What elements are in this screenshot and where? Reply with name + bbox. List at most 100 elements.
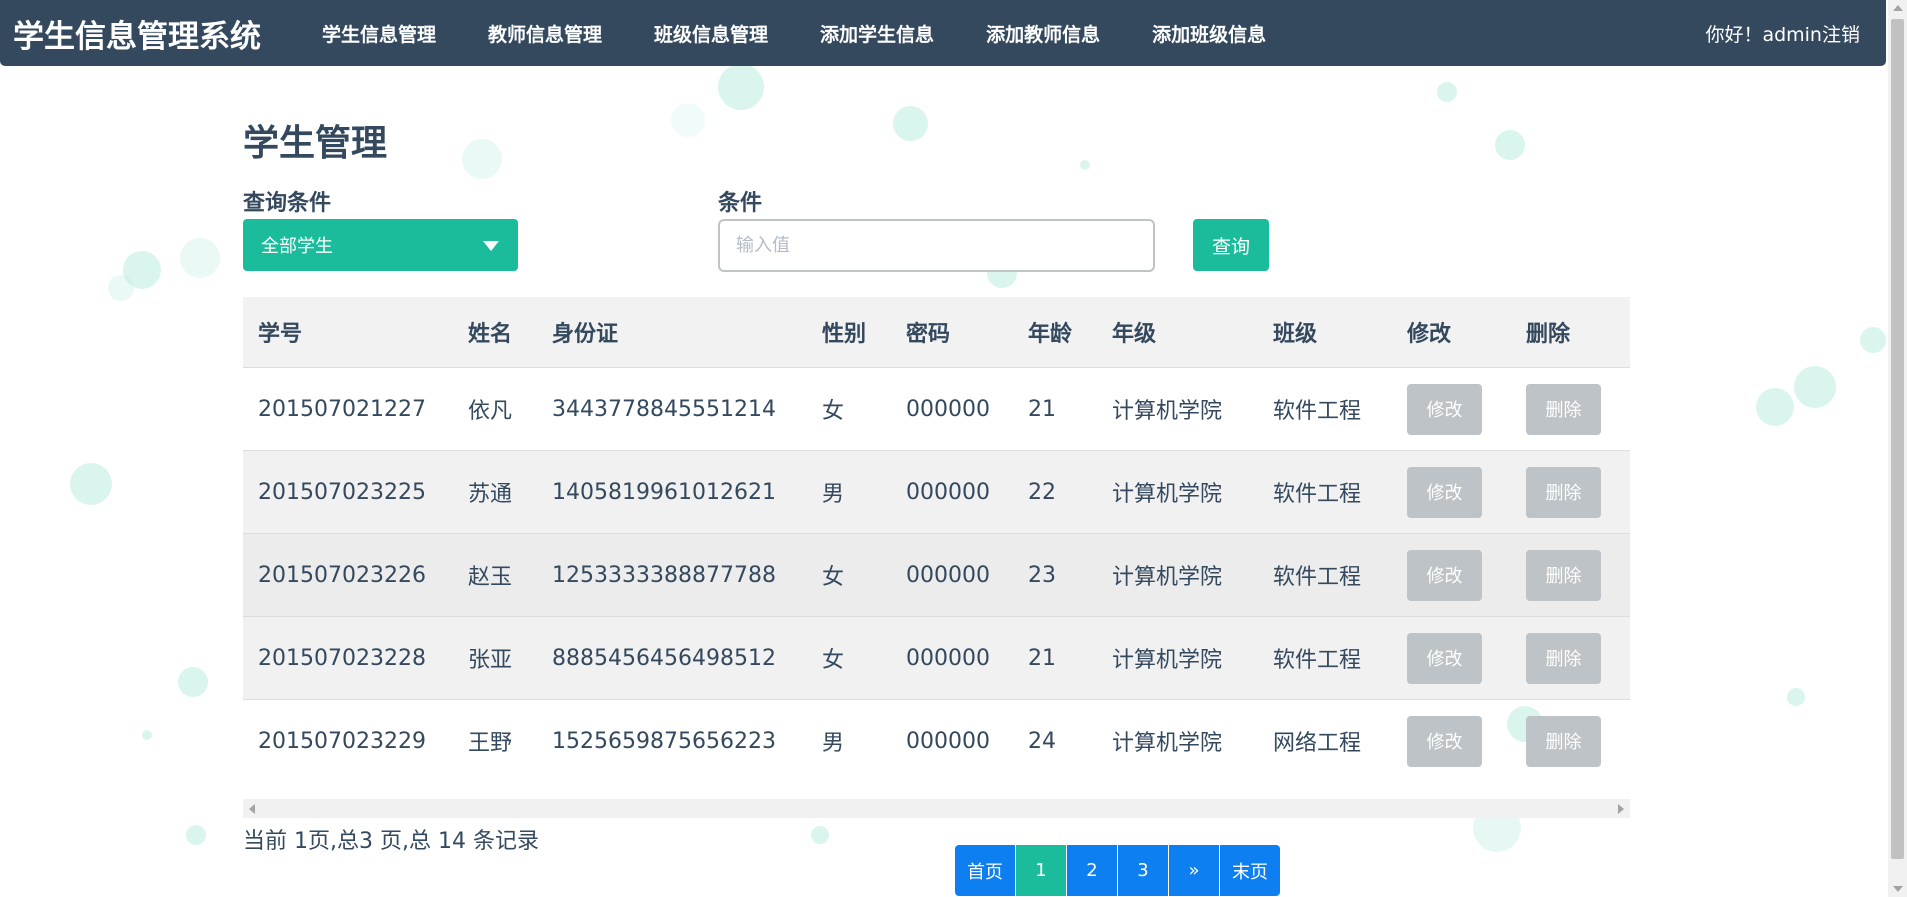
cell-age: 21 [1013, 616, 1097, 700]
nav-add-teacher[interactable]: 添加教师信息 [986, 20, 1100, 47]
page-vertical-scrollbar[interactable] [1888, 0, 1907, 897]
cell-edit: 修改 [1392, 450, 1511, 534]
cell-age: 24 [1013, 699, 1097, 782]
cell-gender: 男 [807, 450, 891, 534]
content-header: 学生管理 [243, 120, 1630, 168]
nav-class-info[interactable]: 班级信息管理 [654, 20, 768, 47]
app-brand[interactable]: 学生信息管理系统 [13, 11, 261, 56]
delete-button[interactable]: 删除 [1526, 632, 1601, 684]
delete-button[interactable]: 删除 [1526, 549, 1601, 601]
condition-input[interactable] [718, 219, 1155, 272]
cell-student-id: 201507023226 [243, 533, 453, 617]
scroll-up-arrow-icon[interactable] [1893, 5, 1903, 11]
header-gender: 性别 [807, 297, 891, 368]
cell-age: 21 [1013, 367, 1097, 451]
cell-gender: 女 [807, 367, 891, 451]
cell-gender: 女 [807, 533, 891, 617]
cell-age: 23 [1013, 533, 1097, 617]
cell-name: 苏通 [453, 450, 537, 534]
scroll-right-arrow-icon[interactable] [1618, 804, 1624, 814]
cell-password: 000000 [891, 450, 1013, 534]
table-horizontal-scrollbar[interactable] [243, 799, 1630, 818]
cell-id-card: 1405819961012621 [537, 450, 807, 534]
header-password: 密码 [891, 297, 1013, 368]
table-row: 201507023229 王野 1525659875656223 男 00000… [243, 699, 1630, 782]
pagination: 首页 1 2 3 » 末页 [955, 845, 1280, 896]
cell-student-id: 201507023225 [243, 450, 453, 534]
delete-button[interactable]: 删除 [1526, 466, 1601, 518]
cell-name: 赵玉 [453, 533, 537, 617]
cell-id-card: 8885456456498512 [537, 616, 807, 700]
page-button-1[interactable]: 1 [1016, 845, 1067, 896]
nav-student-info[interactable]: 学生信息管理 [322, 20, 436, 47]
scroll-left-arrow-icon[interactable] [249, 804, 255, 814]
cell-password: 000000 [891, 699, 1013, 782]
header-class: 班级 [1258, 297, 1392, 368]
cell-class: 软件工程 [1258, 450, 1392, 534]
greeting-text: 你好！admin [1705, 23, 1822, 46]
page-button-2[interactable]: 2 [1067, 845, 1118, 896]
scroll-down-arrow-icon[interactable] [1893, 886, 1903, 892]
cell-delete: 删除 [1511, 533, 1630, 617]
edit-button[interactable]: 修改 [1407, 383, 1482, 435]
navbar: 学生信息管理系统 学生信息管理 教师信息管理 班级信息管理 添加学生信息 添加教… [0, 0, 1886, 66]
nav-add-student[interactable]: 添加学生信息 [820, 20, 934, 47]
cell-class: 软件工程 [1258, 367, 1392, 451]
cell-grade: 计算机学院 [1097, 616, 1258, 700]
page-title: 学生管理 [243, 123, 388, 164]
cell-grade: 计算机学院 [1097, 699, 1258, 782]
query-condition-label: 查询条件 [243, 191, 332, 216]
cell-id-card: 1253333388877788 [537, 533, 807, 617]
cell-student-id: 201507021227 [243, 367, 453, 451]
cell-id-card: 3443778845551214 [537, 367, 807, 451]
cell-password: 000000 [891, 616, 1013, 700]
table-row: 201507021227 依凡 3443778845551214 女 00000… [243, 367, 1630, 451]
cell-name: 依凡 [453, 367, 537, 451]
nav-add-class[interactable]: 添加班级信息 [1152, 20, 1266, 47]
header-id-card: 身份证 [537, 297, 807, 368]
header-student-id: 学号 [243, 297, 453, 368]
query-condition-select[interactable]: 全部学生 [243, 219, 518, 271]
nav-teacher-info[interactable]: 教师信息管理 [488, 20, 602, 47]
edit-button[interactable]: 修改 [1407, 715, 1482, 767]
cell-class: 软件工程 [1258, 616, 1392, 700]
delete-button[interactable]: 删除 [1526, 715, 1601, 767]
page-last-button[interactable]: 末页 [1220, 845, 1280, 896]
cell-edit: 修改 [1392, 699, 1511, 782]
record-summary: 当前 1页,总3 页,总 14 条记录 [243, 829, 539, 854]
edit-button[interactable]: 修改 [1407, 632, 1482, 684]
cell-student-id: 201507023228 [243, 616, 453, 700]
cell-password: 000000 [891, 367, 1013, 451]
cell-grade: 计算机学院 [1097, 533, 1258, 617]
cell-class: 软件工程 [1258, 533, 1392, 617]
query-select-value: 全部学生 [261, 236, 333, 257]
header-delete: 删除 [1511, 297, 1630, 368]
cell-delete: 删除 [1511, 616, 1630, 700]
header-edit: 修改 [1392, 297, 1511, 368]
page-button-3[interactable]: 3 [1118, 845, 1169, 896]
cell-password: 000000 [891, 533, 1013, 617]
cell-grade: 计算机学院 [1097, 367, 1258, 451]
student-table: 学号 姓名 身份证 性别 密码 年龄 年级 班级 修改 删除 201507021… [243, 297, 1630, 782]
cell-grade: 计算机学院 [1097, 450, 1258, 534]
page-first-button[interactable]: 首页 [955, 845, 1016, 896]
cell-edit: 修改 [1392, 616, 1511, 700]
cell-student-id: 201507023229 [243, 699, 453, 782]
table-row: 201507023225 苏通 1405819961012621 男 00000… [243, 450, 1630, 534]
cell-edit: 修改 [1392, 533, 1511, 617]
query-button[interactable]: 查询 [1193, 219, 1269, 271]
table-row: 201507023228 张亚 8885456456498512 女 00000… [243, 616, 1630, 700]
cell-gender: 男 [807, 699, 891, 782]
page: 学生信息管理系统 学生信息管理 教师信息管理 班级信息管理 添加学生信息 添加教… [0, 0, 1907, 897]
scrollbar-thumb[interactable] [1891, 19, 1904, 859]
caret-down-icon [483, 241, 499, 251]
page-next-button[interactable]: » [1169, 845, 1220, 896]
logout-link[interactable]: 注销 [1822, 20, 1860, 47]
edit-button[interactable]: 修改 [1407, 466, 1482, 518]
edit-button[interactable]: 修改 [1407, 549, 1482, 601]
condition-label: 条件 [718, 191, 763, 216]
student-table-wrapper: 学号 姓名 身份证 性别 密码 年龄 年级 班级 修改 删除 201507021… [243, 297, 1630, 782]
delete-button[interactable]: 删除 [1526, 383, 1601, 435]
cell-delete: 删除 [1511, 450, 1630, 534]
cell-edit: 修改 [1392, 367, 1511, 451]
